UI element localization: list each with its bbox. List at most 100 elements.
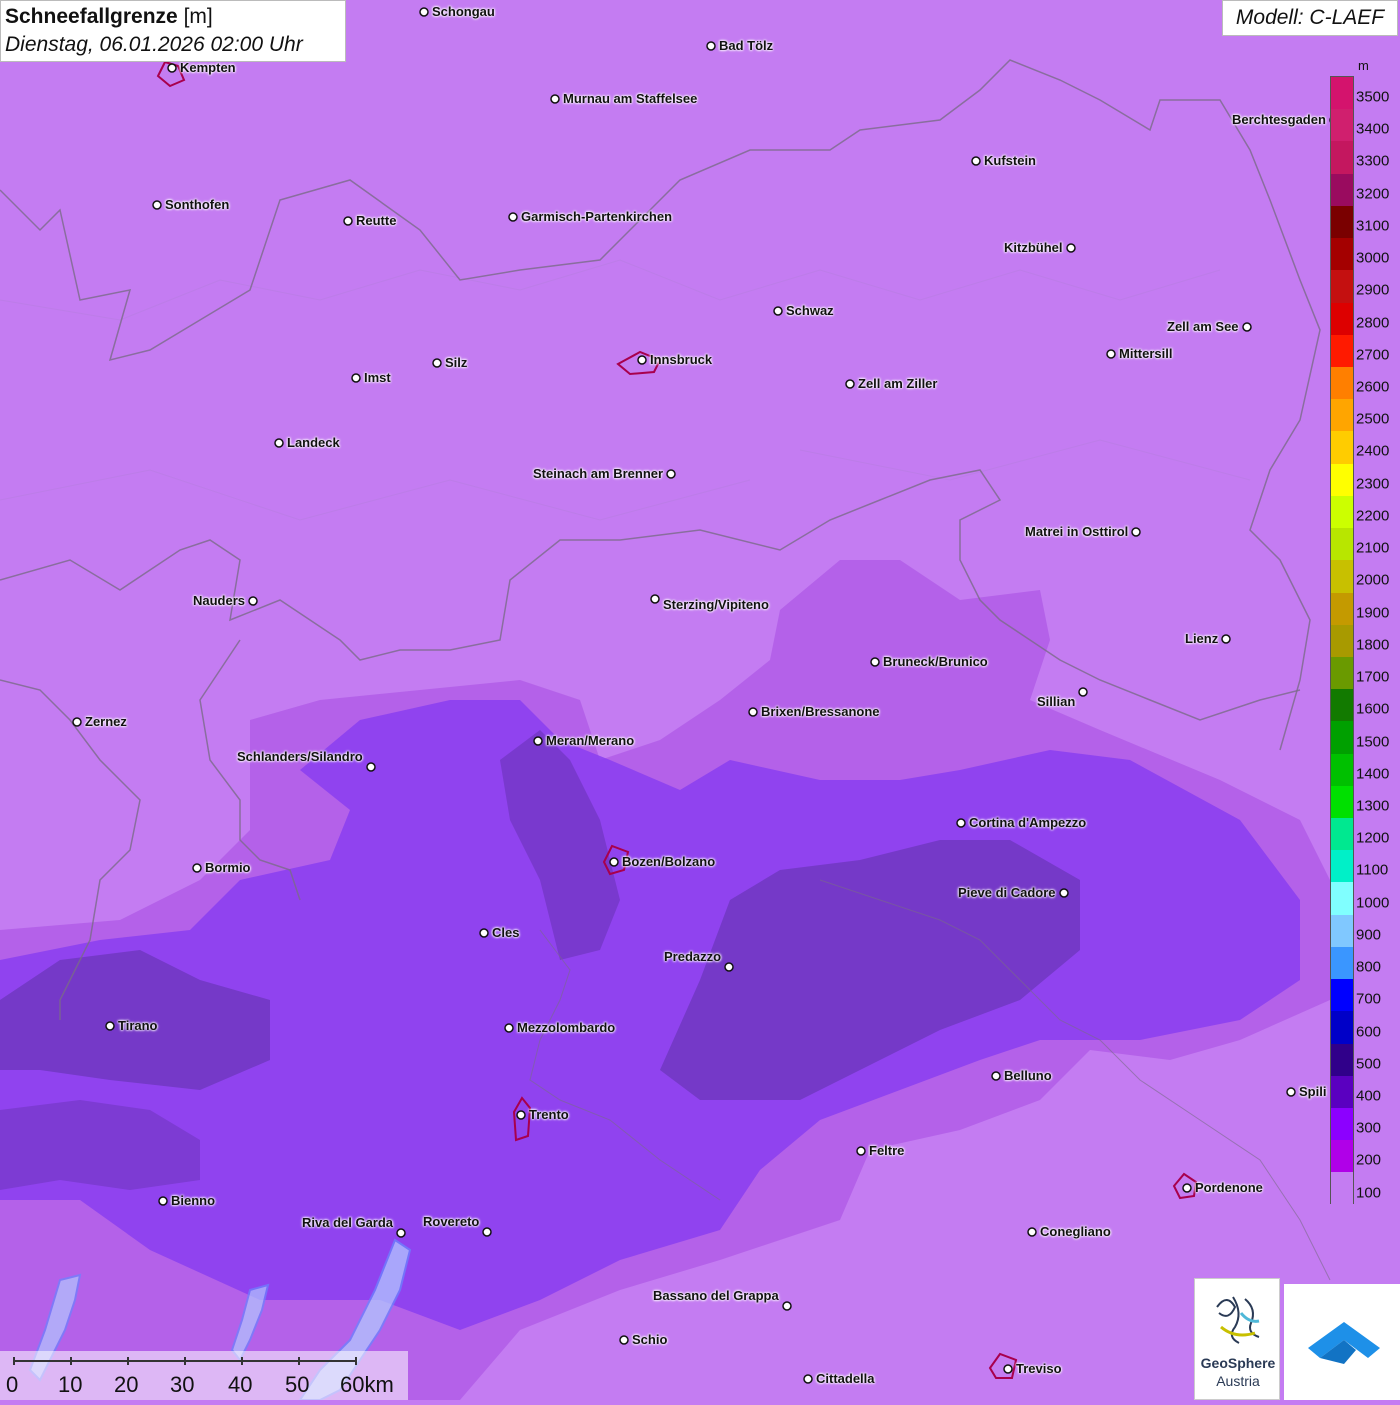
city-marker[interactable] xyxy=(870,657,880,667)
city-marker[interactable] xyxy=(343,216,353,226)
city-label[interactable]: Sterzing/Vipiteno xyxy=(663,597,769,612)
city-label[interactable]: Riva del Garda xyxy=(302,1215,393,1230)
city-marker[interactable] xyxy=(619,1335,629,1345)
city-label[interactable]: Bruneck/Brunico xyxy=(883,654,988,669)
city-label[interactable]: Murnau am Staffelsee xyxy=(563,91,697,106)
city-marker[interactable] xyxy=(956,818,966,828)
city-label[interactable]: Meran/Merano xyxy=(546,733,634,748)
city-label[interactable]: Bad Tölz xyxy=(719,38,773,53)
city-marker[interactable] xyxy=(971,156,981,166)
city-marker[interactable] xyxy=(1182,1183,1192,1193)
city-label[interactable]: Bozen/Bolzano xyxy=(622,854,715,869)
city-marker[interactable] xyxy=(533,736,543,746)
city-label[interactable]: Conegliano xyxy=(1040,1224,1111,1239)
city-marker[interactable] xyxy=(482,1227,492,1237)
city-marker[interactable] xyxy=(856,1146,866,1156)
city-label[interactable]: Schongau xyxy=(432,4,495,19)
city-marker[interactable] xyxy=(508,212,518,222)
city-label[interactable]: Zell am See xyxy=(1167,319,1239,334)
city-marker[interactable] xyxy=(845,379,855,389)
city-label[interactable]: Tirano xyxy=(118,1018,158,1033)
city-marker[interactable] xyxy=(724,962,734,972)
city-label[interactable]: Bienno xyxy=(171,1193,215,1208)
city-marker[interactable] xyxy=(803,1374,813,1384)
city-label[interactable]: Pordenone xyxy=(1195,1180,1263,1195)
city-label[interactable]: Matrei in Osttirol xyxy=(1025,524,1128,539)
city-label[interactable]: Steinach am Brenner xyxy=(533,466,663,481)
city-marker[interactable] xyxy=(516,1110,526,1120)
city-label[interactable]: Mittersill xyxy=(1119,346,1172,361)
city-marker[interactable] xyxy=(351,373,361,383)
weather-app-logo[interactable] xyxy=(1284,1284,1400,1400)
city-marker[interactable] xyxy=(748,707,758,717)
city-marker[interactable] xyxy=(158,1196,168,1206)
city-label[interactable]: Mezzolombardo xyxy=(517,1020,615,1035)
city-label[interactable]: Schlanders/Silandro xyxy=(237,749,363,764)
city-label[interactable]: Lienz xyxy=(1185,631,1218,646)
city-label[interactable]: Sonthofen xyxy=(165,197,229,212)
city-label[interactable]: Pieve di Cadore xyxy=(958,885,1056,900)
city-label[interactable]: Kempten xyxy=(180,60,236,75)
city-marker[interactable] xyxy=(432,358,442,368)
city-marker[interactable] xyxy=(991,1071,1001,1081)
city-marker[interactable] xyxy=(192,863,202,873)
city-marker[interactable] xyxy=(1221,634,1231,644)
city-marker[interactable] xyxy=(609,857,619,867)
city-marker[interactable] xyxy=(1078,687,1088,697)
city-label[interactable]: Zernez xyxy=(85,714,127,729)
city-label[interactable]: Nauders xyxy=(193,593,245,608)
city-marker[interactable] xyxy=(1242,322,1252,332)
city-marker[interactable] xyxy=(479,928,489,938)
city-label[interactable]: Garmisch-Partenkirchen xyxy=(521,209,672,224)
city-label[interactable]: Reutte xyxy=(356,213,396,228)
city-label[interactable]: Silz xyxy=(445,355,467,370)
city-marker[interactable] xyxy=(637,355,647,365)
city-label[interactable]: Sillian xyxy=(1037,694,1075,709)
city-marker[interactable] xyxy=(248,596,258,606)
city-label[interactable]: Schwaz xyxy=(786,303,834,318)
city-label[interactable]: Feltre xyxy=(869,1143,904,1158)
city-label[interactable]: Innsbruck xyxy=(650,352,712,367)
city-label[interactable]: Kitzbühel xyxy=(1004,240,1063,255)
city-label[interactable]: Berchtesgaden xyxy=(1232,112,1326,127)
city-marker[interactable] xyxy=(1027,1227,1037,1237)
city-marker[interactable] xyxy=(167,63,177,73)
city-marker[interactable] xyxy=(274,438,284,448)
city-label[interactable]: Imst xyxy=(364,370,391,385)
city-marker[interactable] xyxy=(650,594,660,604)
city-marker[interactable] xyxy=(1106,349,1116,359)
city-label[interactable]: Cittadella xyxy=(816,1371,875,1386)
city-label[interactable]: Rovereto xyxy=(423,1214,479,1229)
city-label[interactable]: Kufstein xyxy=(984,153,1036,168)
city-marker[interactable] xyxy=(1059,888,1069,898)
city-marker[interactable] xyxy=(105,1021,115,1031)
city-marker[interactable] xyxy=(396,1228,406,1238)
city-label[interactable]: Landeck xyxy=(287,435,340,450)
city-label[interactable]: Schio xyxy=(632,1332,667,1347)
city-label[interactable]: Cortina d'Ampezzo xyxy=(969,815,1086,830)
city-marker[interactable] xyxy=(72,717,82,727)
city-marker[interactable] xyxy=(366,762,376,772)
city-marker[interactable] xyxy=(773,306,783,316)
city-marker[interactable] xyxy=(1066,243,1076,253)
city-marker[interactable] xyxy=(504,1023,514,1033)
geosphere-austria-logo[interactable]: GeoSphere Austria xyxy=(1194,1278,1280,1400)
city-label[interactable]: Cles xyxy=(492,925,519,940)
city-marker[interactable] xyxy=(706,41,716,51)
city-marker[interactable] xyxy=(1003,1364,1013,1374)
city-label[interactable]: Predazzo xyxy=(664,949,721,964)
city-label[interactable]: Bormio xyxy=(205,860,251,875)
city-marker[interactable] xyxy=(419,7,429,17)
city-marker[interactable] xyxy=(782,1301,792,1311)
city-label[interactable]: Zell am Ziller xyxy=(858,376,937,391)
city-label[interactable]: Bassano del Grappa xyxy=(653,1288,779,1303)
city-marker[interactable] xyxy=(550,94,560,104)
city-marker[interactable] xyxy=(1131,527,1141,537)
city-label[interactable]: Belluno xyxy=(1004,1068,1052,1083)
city-marker[interactable] xyxy=(1286,1087,1296,1097)
city-label[interactable]: Brixen/Bressanone xyxy=(761,704,880,719)
city-label[interactable]: Treviso xyxy=(1016,1361,1062,1376)
city-marker[interactable] xyxy=(152,200,162,210)
city-marker[interactable] xyxy=(666,469,676,479)
city-label[interactable]: Trento xyxy=(529,1107,569,1122)
